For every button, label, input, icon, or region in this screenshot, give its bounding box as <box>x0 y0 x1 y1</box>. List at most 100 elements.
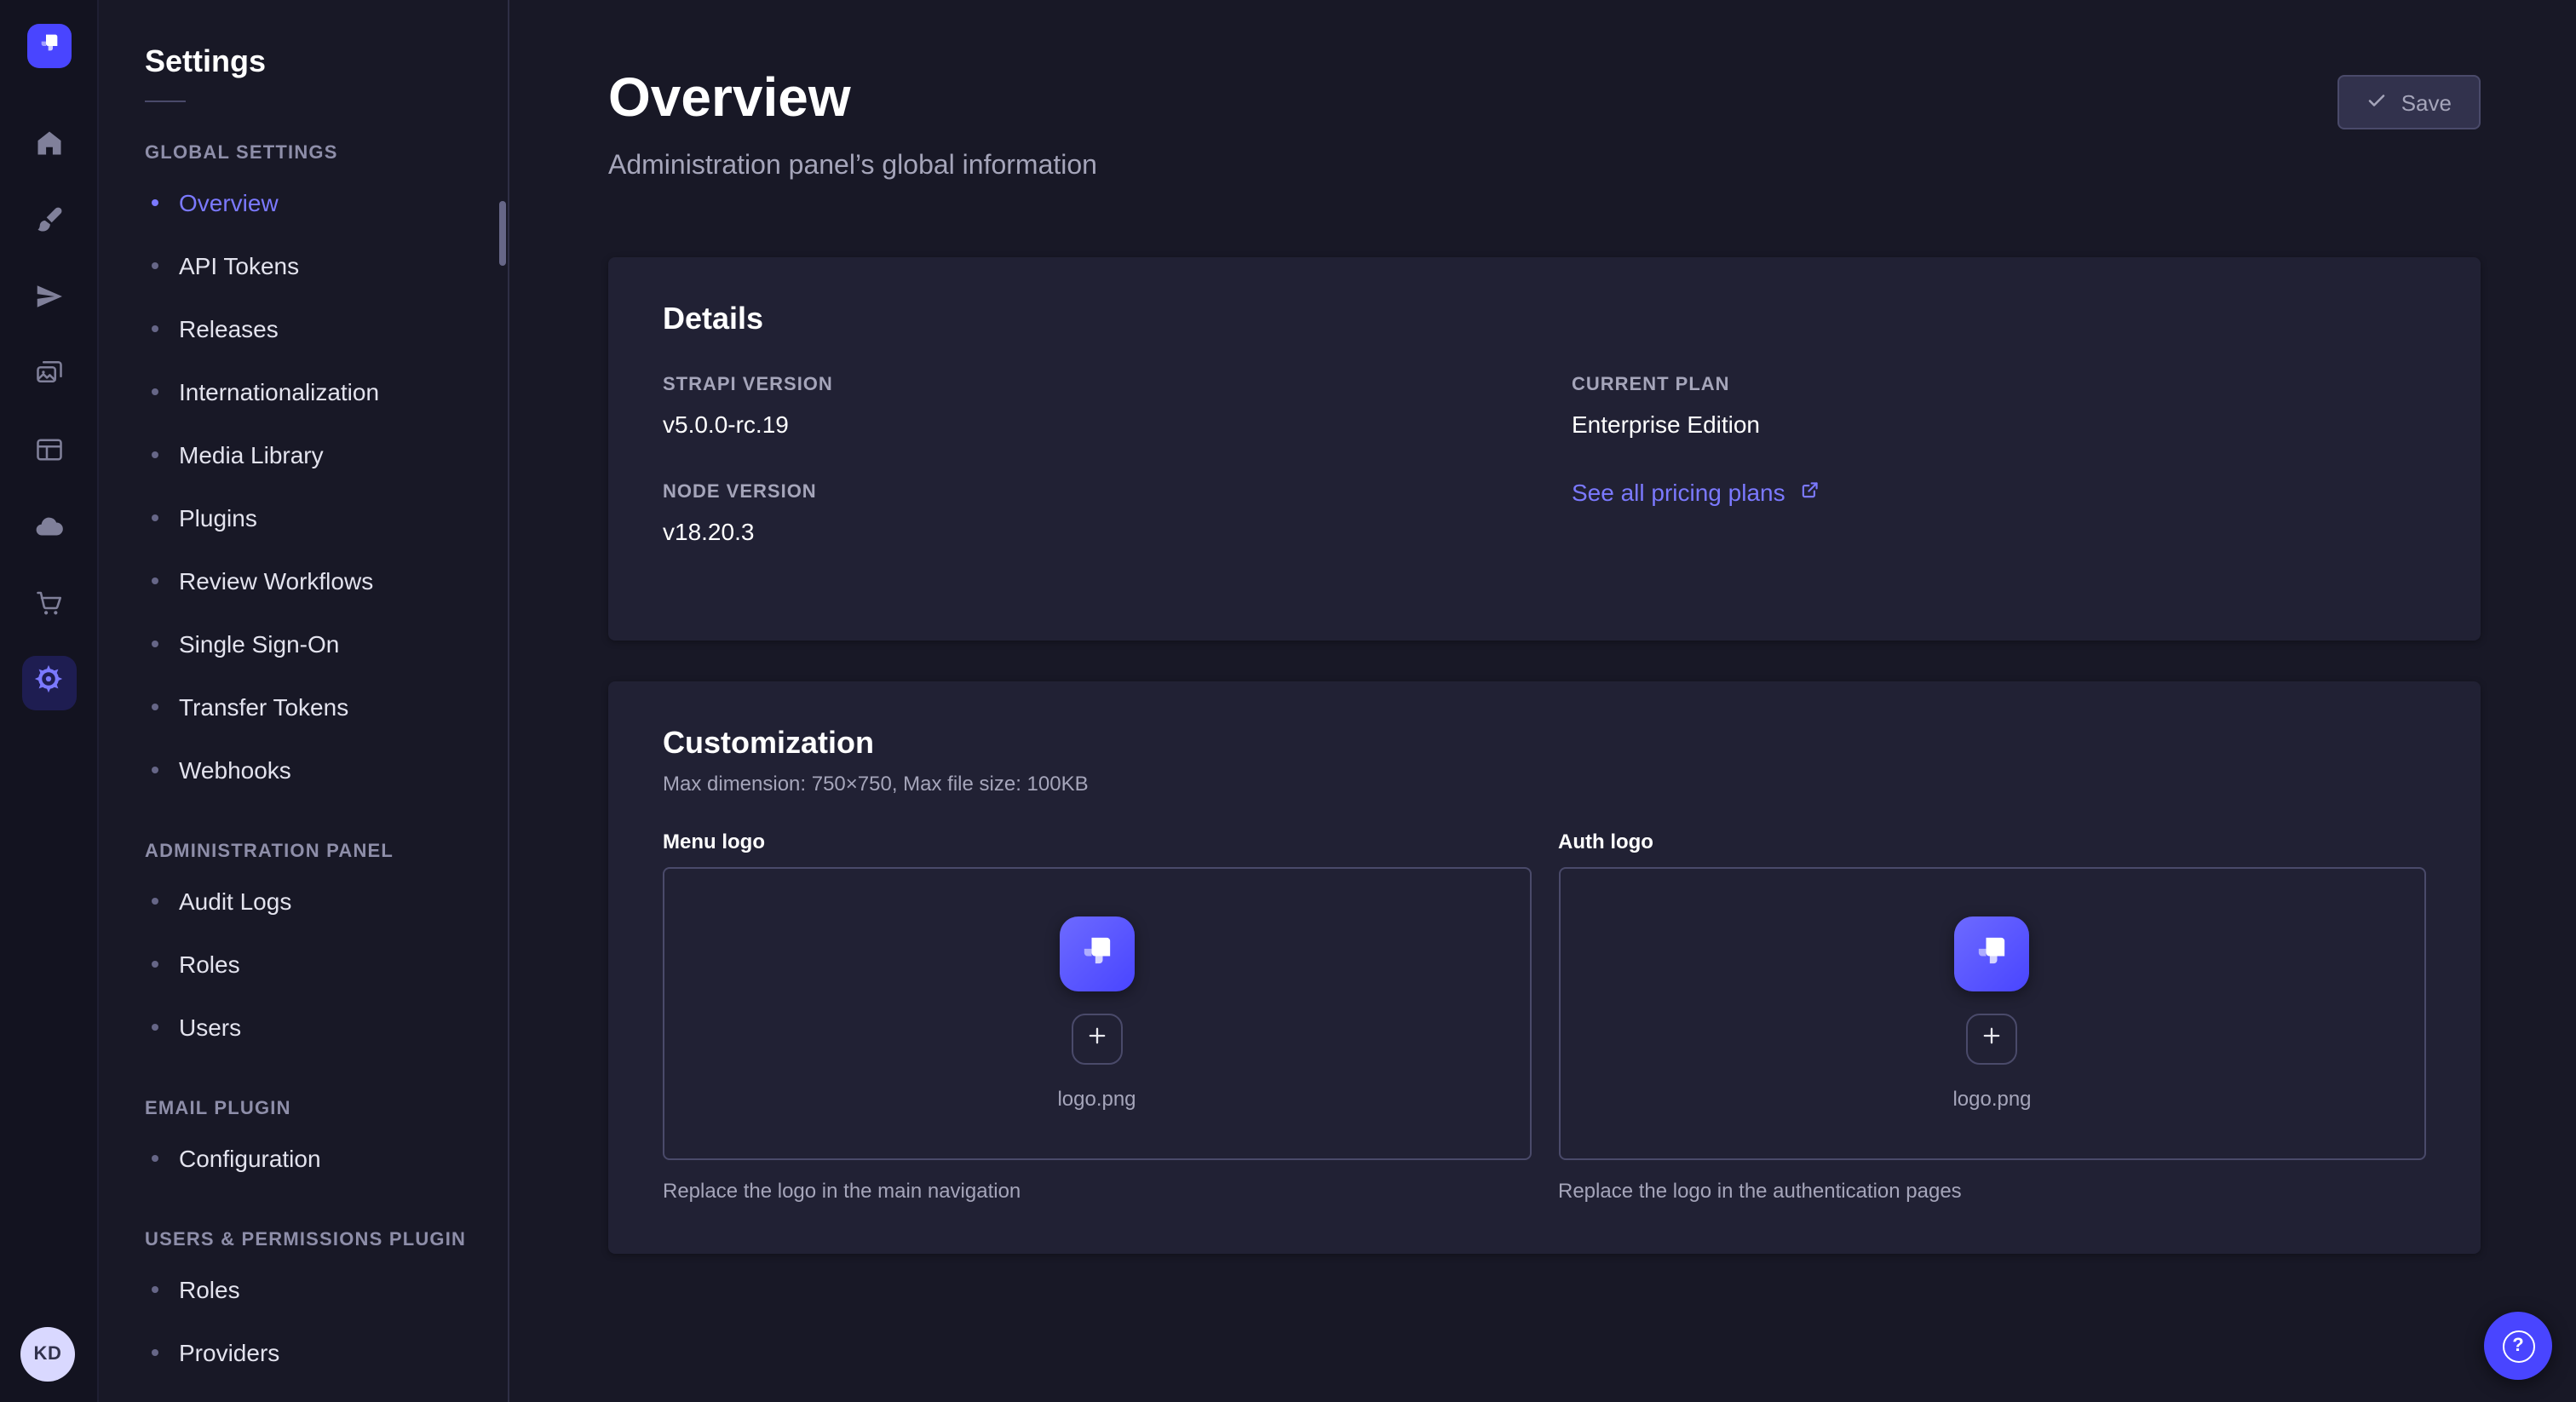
bullet-dot <box>152 388 158 394</box>
check-icon <box>2367 89 2388 115</box>
details-left-column: STRAPI VERSION v5.0.0-rc.19 NODE VERSION… <box>663 375 1517 589</box>
strapi-logo-icon <box>1075 928 1119 980</box>
page-title: Overview <box>608 68 1097 128</box>
sidebar-item-label: Roles <box>179 950 240 977</box>
page-header: Overview Administration panel’s global i… <box>608 68 2481 182</box>
section-email-plugin: EMAIL PLUGIN Configuration <box>145 1099 508 1189</box>
sidebar-item-label: Roles <box>179 1275 240 1302</box>
sidebar-item-admin-roles[interactable]: Roles <box>145 932 508 995</box>
brush-icon <box>33 204 64 243</box>
bullet-dot <box>152 897 158 904</box>
details-right-column: CURRENT PLAN Enterprise Edition See all … <box>1572 375 2426 589</box>
sidebar-item-api-tokens[interactable]: API Tokens <box>145 233 508 296</box>
sidebar-item-audit-logs[interactable]: Audit Logs <box>145 869 508 932</box>
sidebar-item-media-library[interactable]: Media Library <box>145 422 508 486</box>
logo-uploads-grid: Menu logo logo.png Replace the logo in t… <box>663 830 2426 1203</box>
current-plan-label: CURRENT PLAN <box>1572 375 2426 395</box>
customization-card: Customization Max dimension: 750×750, Ma… <box>608 681 2481 1254</box>
sidebar-item-email-configuration[interactable]: Configuration <box>145 1126 508 1189</box>
menu-logo-upload: Menu logo logo.png Replace the logo in t… <box>663 830 1531 1203</box>
auth-logo-upload: Auth logo logo.png Replace the logo in t… <box>1558 830 2426 1203</box>
sidebar-item-label: Single Sign-On <box>179 629 339 657</box>
bullet-dot <box>152 261 158 268</box>
sidebar-item-label: Overview <box>179 188 279 215</box>
strapi-logo-icon <box>35 28 62 64</box>
sidebar-item-label: Audit Logs <box>179 887 291 914</box>
section-header: EMAIL PLUGIN <box>145 1099 508 1119</box>
strapi-admin-app: KD Settings GLOBAL SETTINGS Overview API… <box>0 0 2576 1402</box>
bullet-dot <box>152 1154 158 1161</box>
rail-item-home[interactable] <box>21 119 76 174</box>
add-logo-button[interactable] <box>1072 1014 1123 1065</box>
auth-logo-preview <box>1955 916 2030 991</box>
auth-logo-filename: logo.png <box>1952 1087 2031 1111</box>
details-card: Details STRAPI VERSION v5.0.0-rc.19 NODE… <box>608 257 2481 641</box>
bullet-dot <box>152 577 158 583</box>
rail-item-content-type-builder[interactable] <box>21 196 76 250</box>
page-subtitle: Administration panel’s global informatio… <box>608 152 1097 182</box>
sidebar-item-up-roles[interactable]: Roles <box>145 1257 508 1320</box>
bullet-dot <box>152 960 158 967</box>
sidebar-item-webhooks[interactable]: Webhooks <box>145 738 508 801</box>
sidebar-item-overview[interactable]: Overview <box>145 170 508 233</box>
add-logo-button[interactable] <box>1967 1014 2018 1065</box>
help-button[interactable]: ? <box>2484 1312 2552 1380</box>
menu-logo-dropzone[interactable]: logo.png <box>663 867 1531 1160</box>
bullet-dot <box>152 514 158 520</box>
plus-icon <box>1981 1023 2004 1055</box>
sidebar-item-label: Configuration <box>179 1144 321 1171</box>
external-link-icon <box>1799 479 1821 506</box>
rail-item-marketplace[interactable] <box>21 579 76 634</box>
menu-logo-preview <box>1060 916 1135 991</box>
bullet-dot <box>152 451 158 457</box>
strapi-logo-icon <box>1970 928 2015 980</box>
plus-icon <box>1085 1023 1109 1055</box>
scrollbar-thumb[interactable] <box>499 201 506 266</box>
rail-items <box>21 119 76 710</box>
sidebar-item-releases[interactable]: Releases <box>145 296 508 359</box>
section-global-settings: GLOBAL SETTINGS Overview API Tokens Rele… <box>145 143 508 801</box>
section-header: ADMINISTRATION PANEL <box>145 842 508 862</box>
save-button-label: Save <box>2401 89 2452 115</box>
sidebar-item-review-workflows[interactable]: Review Workflows <box>145 549 508 612</box>
section-header: USERS & PERMISSIONS PLUGIN <box>145 1230 508 1250</box>
auth-logo-dropzone[interactable]: logo.png <box>1558 867 2426 1160</box>
section-header: GLOBAL SETTINGS <box>145 143 508 164</box>
pricing-plans-link-label: See all pricing plans <box>1572 479 1785 506</box>
paper-plane-icon <box>33 280 64 319</box>
menu-logo-caption: Replace the logo in the main navigation <box>663 1179 1531 1203</box>
customization-card-title: Customization <box>663 726 2426 761</box>
bullet-dot <box>152 198 158 205</box>
sidebar-item-label: API Tokens <box>179 251 299 279</box>
section-users-permissions-plugin: USERS & PERMISSIONS PLUGIN Roles Provide… <box>145 1230 508 1383</box>
menu-logo-filename: logo.png <box>1057 1087 1136 1111</box>
rail-item-cloud[interactable] <box>21 503 76 557</box>
sidebar-item-internationalization[interactable]: Internationalization <box>145 359 508 422</box>
pricing-plans-link[interactable]: See all pricing plans <box>1572 479 1821 506</box>
main-nav-rail: KD <box>0 0 99 1402</box>
save-button[interactable]: Save <box>2338 75 2481 129</box>
auth-logo-caption: Replace the logo in the authentication p… <box>1558 1179 2426 1203</box>
strapi-logo-button[interactable] <box>26 24 71 68</box>
rail-item-media-library[interactable] <box>21 349 76 404</box>
sidebar-item-transfer-tokens[interactable]: Transfer Tokens <box>145 675 508 738</box>
sidebar-item-admin-users[interactable]: Users <box>145 995 508 1058</box>
page-header-text: Overview Administration panel’s global i… <box>608 68 1097 182</box>
sidebar-item-label: Transfer Tokens <box>179 692 348 720</box>
bullet-dot <box>152 766 158 773</box>
sidebar-item-single-sign-on[interactable]: Single Sign-On <box>145 612 508 675</box>
main-content: Overview Administration panel’s global i… <box>509 0 2576 1402</box>
cloud-icon <box>33 510 64 549</box>
strapi-version-label: STRAPI VERSION <box>663 375 1517 395</box>
question-mark-icon: ? <box>2502 1330 2534 1362</box>
sidebar-item-up-providers[interactable]: Providers <box>145 1320 508 1383</box>
rail-item-content-manager[interactable] <box>21 426 76 480</box>
user-avatar[interactable]: KD <box>20 1327 75 1382</box>
sidebar-item-label: Media Library <box>179 440 324 468</box>
bullet-dot <box>152 640 158 646</box>
sidebar-item-plugins[interactable]: Plugins <box>145 486 508 549</box>
settings-sidebar: Settings GLOBAL SETTINGS Overview API To… <box>99 0 509 1402</box>
node-version-value: v18.20.3 <box>663 518 1517 545</box>
rail-item-releases[interactable] <box>21 273 76 327</box>
rail-item-settings[interactable] <box>21 656 76 710</box>
